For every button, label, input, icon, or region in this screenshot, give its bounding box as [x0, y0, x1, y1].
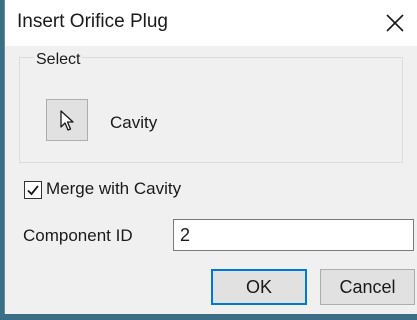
- close-icon: [386, 14, 404, 32]
- dialog-title: Insert Orifice Plug: [17, 11, 168, 32]
- ok-button[interactable]: OK: [211, 269, 307, 305]
- select-entity-button[interactable]: [46, 99, 88, 141]
- checkmark-icon: [27, 185, 39, 196]
- select-group: Select Cavity: [19, 52, 403, 163]
- component-id-input[interactable]: [173, 219, 414, 251]
- select-group-legend: Select: [34, 51, 83, 68]
- merge-with-cavity-checkbox[interactable]: [24, 181, 42, 199]
- cancel-button[interactable]: Cancel: [320, 269, 415, 305]
- dialog-titlebar: Insert Orifice Plug: [5, 0, 417, 46]
- insert-orifice-plug-dialog: Insert Orifice Plug Select Cavity Merge …: [4, 0, 417, 314]
- close-button[interactable]: [378, 6, 412, 40]
- component-id-label: Component ID: [23, 226, 133, 245]
- merge-with-cavity-label[interactable]: Merge with Cavity: [46, 179, 181, 199]
- selected-entity-label: Cavity: [110, 113, 158, 132]
- cursor-arrow-icon: [60, 110, 74, 131]
